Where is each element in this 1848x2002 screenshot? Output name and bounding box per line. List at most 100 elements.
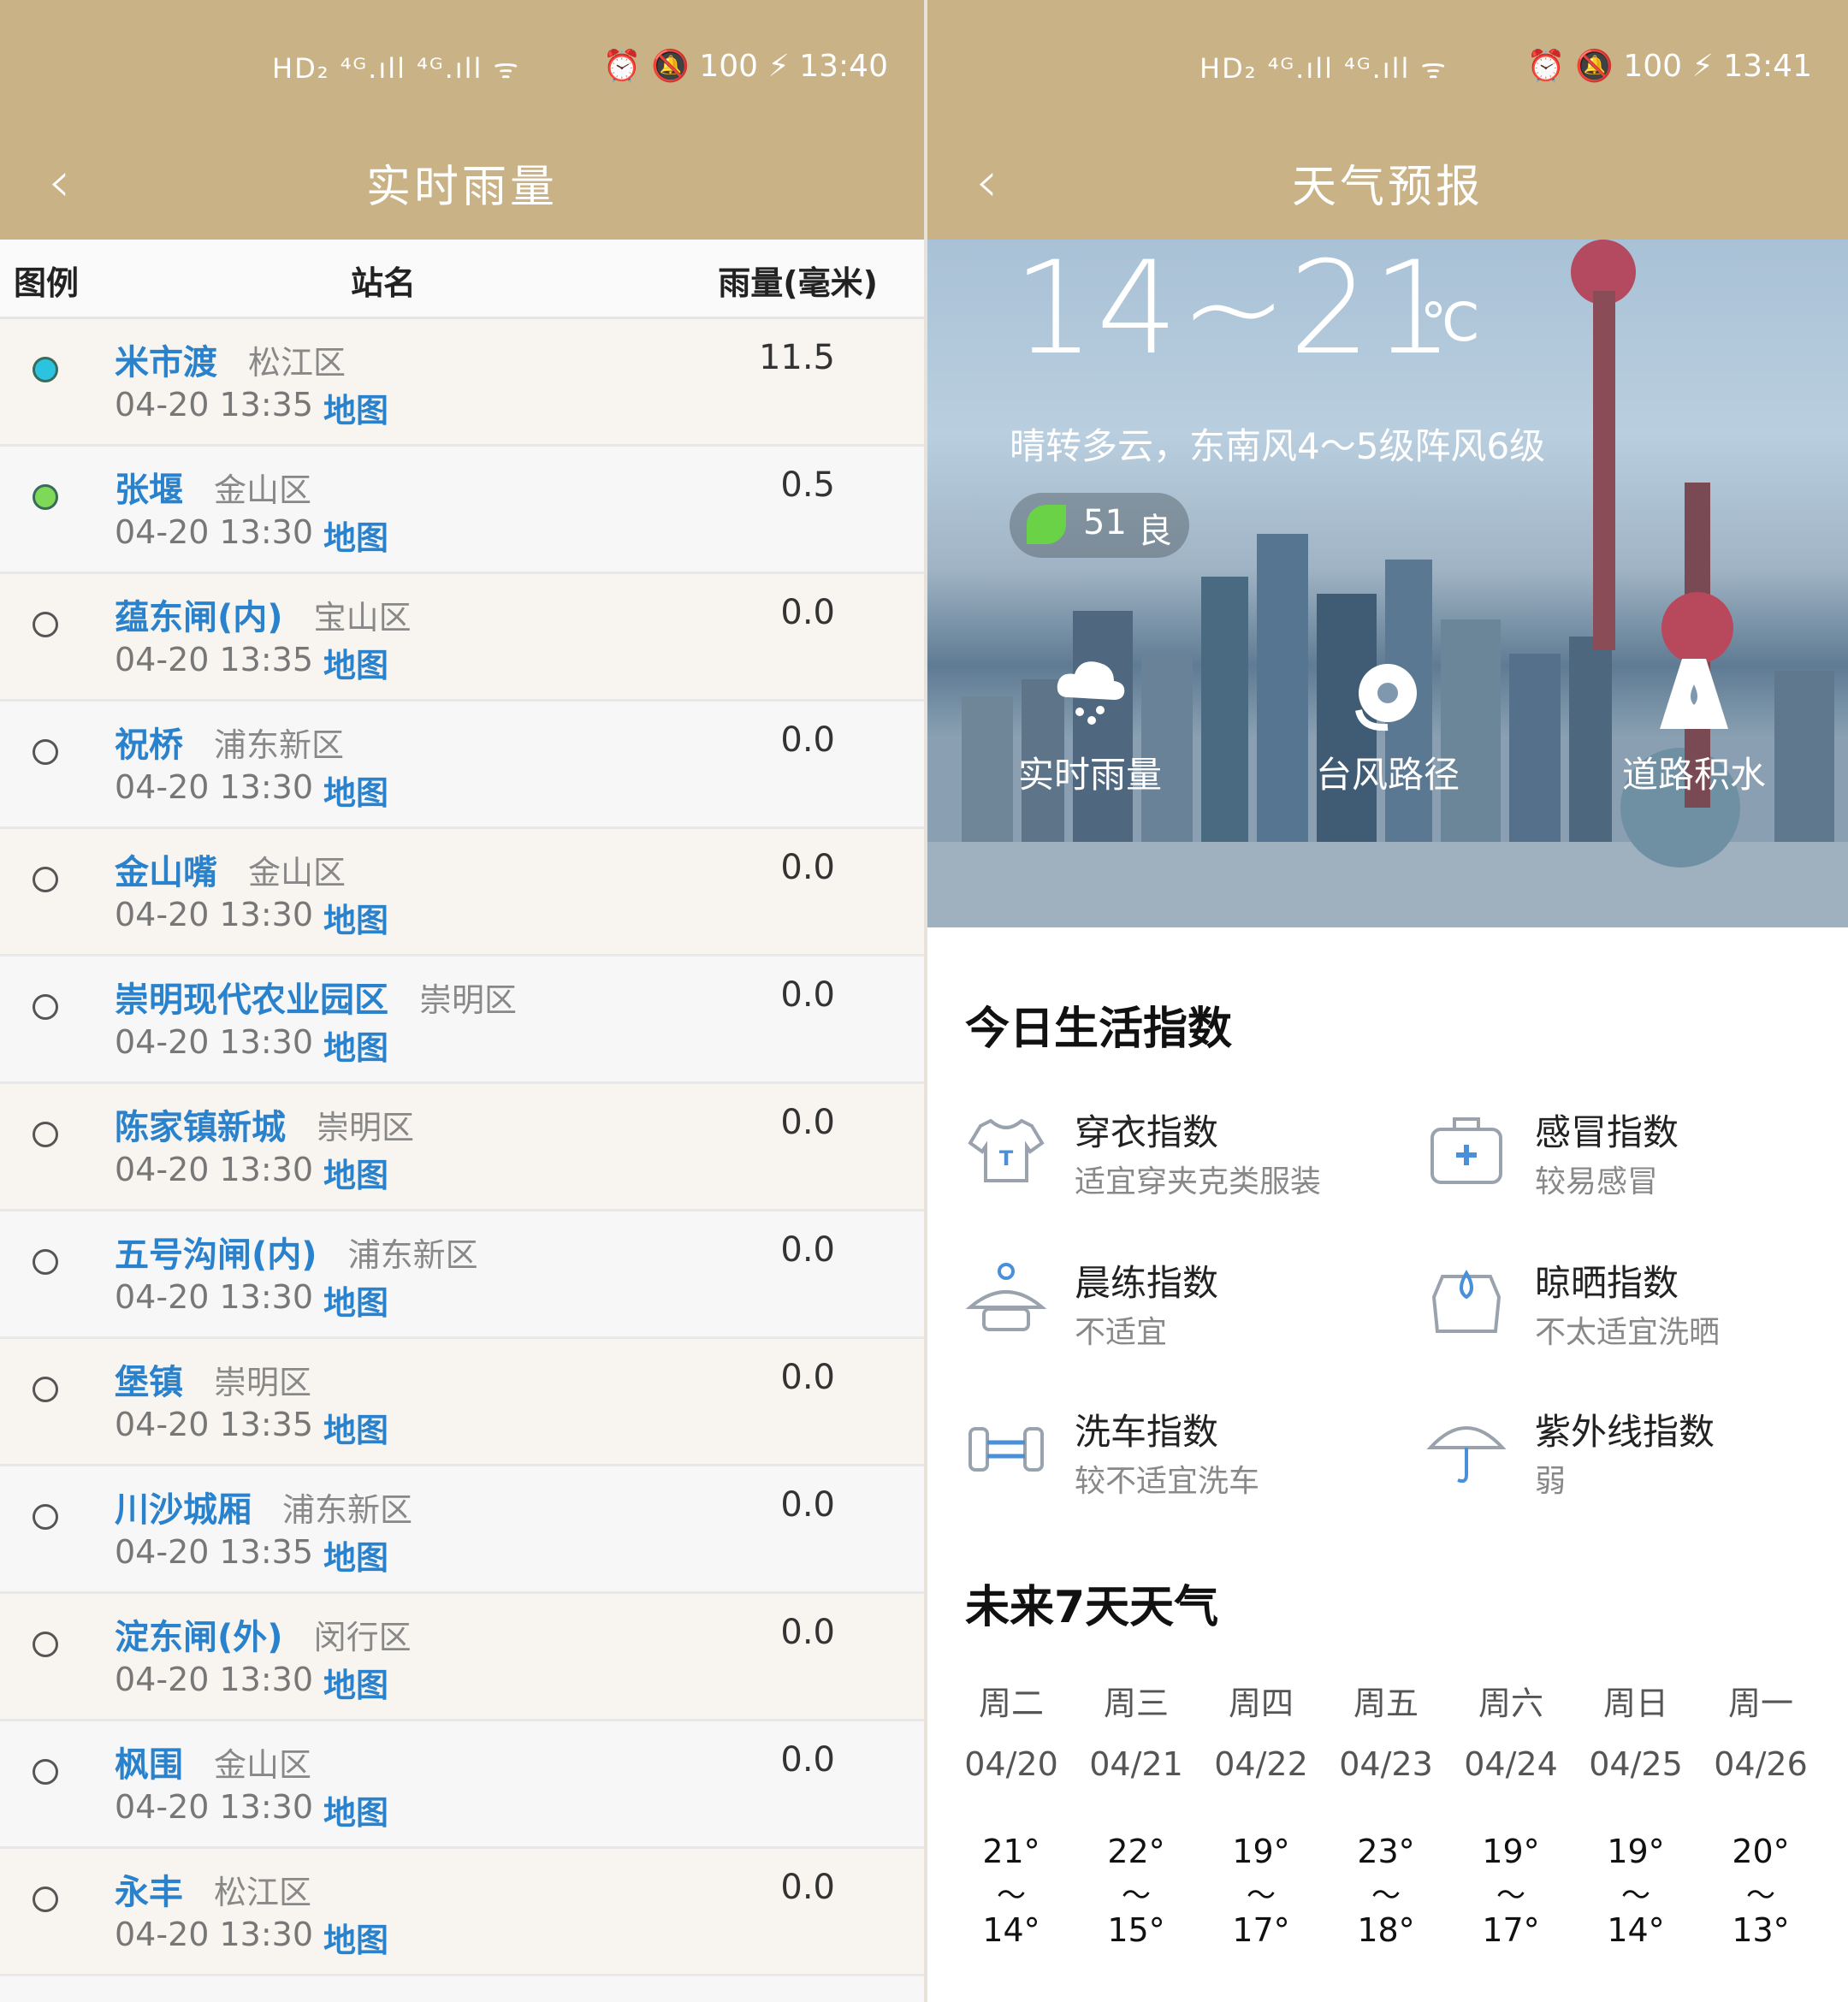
legend-dot-icon — [33, 867, 58, 892]
laundry-icon — [1431, 1270, 1502, 1333]
map-link[interactable]: 地图 — [323, 1786, 388, 1833]
table-row[interactable]: 川沙城厢 浦东新区 04-20 13:35 地图 0.0 — [0, 1466, 924, 1594]
index-title: 晨练指数 — [1075, 1262, 1219, 1304]
temperature-range: 14~21 — [1013, 240, 1456, 383]
life-index-item[interactable]: 晾晒指数 不太适宜洗晒 — [1425, 1254, 1848, 1357]
station-name[interactable]: 五号沟闸(内) 浦东新区 — [115, 1227, 478, 1276]
map-link[interactable]: 地图 — [323, 639, 388, 686]
station-name[interactable]: 堡镇 崇明区 — [115, 1354, 311, 1404]
umbrella-icon — [1426, 1426, 1507, 1484]
map-link[interactable]: 地图 — [323, 384, 388, 431]
life-index-item[interactable]: 晨练指数 不适宜 — [965, 1254, 1393, 1357]
date: 04/25 — [1589, 1745, 1683, 1783]
rain-value: 0.0 — [780, 1740, 835, 1780]
table-row[interactable]: 堡镇 崇明区 04-20 13:35 地图 0.0 — [0, 1339, 924, 1466]
date: 04/21 — [1089, 1745, 1183, 1783]
low-temp: 14° — [1607, 1911, 1665, 1949]
life-index-item[interactable]: 感冒指数 较易感冒 — [1425, 1104, 1848, 1206]
rain-value: 11.5 — [758, 338, 835, 377]
table-row[interactable]: 崇明现代农业园区 崇明区 04-20 13:30 地图 0.0 — [0, 957, 924, 1084]
weekday: 周二 — [978, 1685, 1044, 1722]
reading-time: 04-20 13:35 — [115, 386, 314, 424]
rain-value: 0.5 — [780, 465, 835, 505]
map-link[interactable]: 地图 — [323, 1276, 388, 1324]
reading-time: 04-20 13:35 — [115, 641, 314, 678]
map-link[interactable]: 地图 — [323, 512, 388, 559]
map-link[interactable]: 地图 — [323, 1022, 388, 1069]
rain-value: 0.0 — [780, 1358, 835, 1397]
shortcut-label: 道路积水 — [1621, 754, 1766, 796]
header-station: 站名 — [351, 264, 417, 302]
index-sub: 较不适宜洗车 — [1075, 1464, 1260, 1499]
station-name[interactable]: 祝桥 浦东新区 — [115, 717, 344, 767]
legend-dot-icon — [33, 484, 58, 510]
legend-dot-icon — [33, 1886, 58, 1912]
map-link[interactable]: 地图 — [323, 1659, 388, 1706]
reading-time: 04-20 13:35 — [115, 1533, 314, 1571]
map-link[interactable]: 地图 — [323, 1404, 388, 1451]
map-link[interactable]: 地图 — [323, 1914, 388, 1961]
map-link[interactable]: 地图 — [323, 767, 388, 814]
status-icons-left: HD₂ ⁴ᴳ.ıll ⁴ᴳ.ıll ᯤ — [272, 52, 520, 85]
rain-value: 0.0 — [780, 1485, 835, 1525]
table-row[interactable]: 五号沟闸(内) 浦东新区 04-20 13:30 地图 0.0 — [0, 1211, 924, 1339]
reading-time: 04-20 13:30 — [115, 513, 314, 551]
shirt-icon: T — [968, 1118, 1045, 1182]
reading-time: 04-20 13:30 — [115, 1151, 314, 1188]
weather-description: 晴转多云，东南风4～5级阵风6级 — [1010, 425, 1546, 467]
aqi-value: 51 — [1083, 503, 1127, 542]
station-name[interactable]: 蕴东闸(内) 宝山区 — [115, 589, 412, 639]
index-title: 晾晒指数 — [1535, 1262, 1679, 1304]
district-name: 崇明区 — [419, 981, 518, 1019]
index-sub: 不太适宜洗晒 — [1535, 1315, 1721, 1350]
table-row[interactable]: 淀东闸(外) 闵行区 04-20 13:30 地图 0.0 — [0, 1594, 924, 1721]
district-name: 崇明区 — [214, 1364, 312, 1401]
station-name[interactable]: 淀东闸(外) 闵行区 — [115, 1609, 412, 1659]
svg-text:T: T — [999, 1146, 1014, 1170]
date: 04/22 — [1214, 1745, 1308, 1783]
district-name: 浦东新区 — [347, 1236, 478, 1274]
map-link[interactable]: 地图 — [323, 1531, 388, 1578]
station-name[interactable]: 枫围 金山区 — [115, 1737, 311, 1786]
station-name[interactable]: 陈家镇新城 崇明区 — [115, 1099, 414, 1149]
reading-time: 04-20 13:30 — [115, 1278, 314, 1316]
aqi-badge[interactable]: 51 良 — [1010, 493, 1189, 558]
life-index-item[interactable]: 洗车指数 较不适宜洗车 — [965, 1403, 1393, 1506]
life-index-item[interactable]: T 穿衣指数 适宜穿夹克类服装 — [965, 1104, 1393, 1206]
table-row[interactable]: 米市渡 松江区 04-20 13:35 地图 11.5 — [0, 319, 924, 447]
table-row[interactable]: 蕴东闸(内) 宝山区 04-20 13:35 地图 0.0 — [0, 574, 924, 702]
table-row[interactable]: 永丰 松江区 04-20 13:30 地图 0.0 — [0, 1849, 924, 1976]
high-temp: 21° — [982, 1833, 1040, 1870]
map-link[interactable]: 地图 — [323, 894, 388, 941]
rain-value: 0.0 — [780, 848, 835, 887]
station-name[interactable]: 永丰 松江区 — [115, 1864, 311, 1914]
shortcut-label: 台风路径 — [1315, 754, 1460, 796]
district-name: 浦东新区 — [214, 726, 345, 764]
forecast-day: 周三 04/21 22° ～ 15° — [1076, 1677, 1196, 1959]
header-legend: 图例 — [14, 264, 80, 302]
low-temp: 15° — [1107, 1911, 1165, 1949]
table-row[interactable]: 张堰 金山区 04-20 13:30 地图 0.5 — [0, 447, 924, 574]
life-index-item[interactable]: 紫外线指数 弱 — [1425, 1403, 1848, 1506]
district-name: 浦东新区 — [282, 1491, 413, 1529]
station-name[interactable]: 米市渡 松江区 — [115, 335, 346, 384]
legend-dot-icon — [33, 1122, 58, 1147]
table-row[interactable]: 陈家镇新城 崇明区 04-20 13:30 地图 0.0 — [0, 1084, 924, 1211]
station-name[interactable]: 川沙城厢 浦东新区 — [115, 1482, 412, 1531]
station-name[interactable]: 金山嘴 金山区 — [115, 844, 346, 894]
low-temp: 14° — [982, 1911, 1040, 1949]
map-link[interactable]: 地图 — [323, 1149, 388, 1196]
district-name: 金山区 — [214, 471, 312, 509]
status-bar: HD₂ ⁴ᴳ.ıll ⁴ᴳ.ıll ᯤ ⏰ 🔕 100 ⚡ 13:40 — [0, 0, 924, 137]
weekday: 周一 — [1727, 1685, 1793, 1722]
table-row[interactable]: 枫围 金山区 04-20 13:30 地图 0.0 — [0, 1721, 924, 1849]
rain-value: 0.0 — [780, 1613, 835, 1652]
index-sub: 不适宜 — [1075, 1315, 1168, 1350]
station-name[interactable]: 崇明现代农业园区 崇明区 — [115, 972, 517, 1022]
reading-time: 04-20 13:30 — [115, 1023, 314, 1061]
table-row[interactable]: 祝桥 浦东新区 04-20 13:30 地图 0.0 — [0, 702, 924, 829]
station-name[interactable]: 张堰 金山区 — [115, 462, 311, 512]
road-water-icon — [1660, 659, 1728, 729]
table-row[interactable]: 金山嘴 金山区 04-20 13:30 地图 0.0 — [0, 829, 924, 957]
forecast-day: 周二 04/20 21° ～ 14° — [951, 1677, 1071, 1959]
